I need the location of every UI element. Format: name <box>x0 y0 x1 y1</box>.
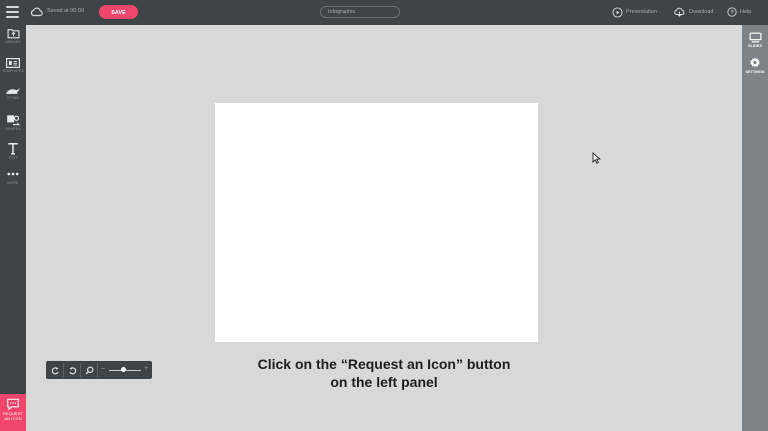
svg-text:?: ? <box>730 10 733 16</box>
more-icon <box>7 172 19 176</box>
sidebar-item-more[interactable]: MORE <box>0 171 26 185</box>
sidebar-item-label: ICONS <box>7 96 19 100</box>
slides-icon <box>748 32 762 43</box>
saved-status: Saved at 00:00 <box>47 8 85 14</box>
gear-icon <box>750 57 760 68</box>
sidebar-item-label: TEMPLATES <box>1 69 24 73</box>
play-icon <box>612 6 623 18</box>
save-button[interactable]: SAVE <box>99 5 138 19</box>
icons-icon <box>6 88 20 94</box>
undo-icon <box>68 366 76 374</box>
hamburger-menu-icon[interactable] <box>6 6 19 18</box>
sidebar-item-label: SLIDES <box>748 44 762 48</box>
undo-button[interactable] <box>64 361 80 379</box>
magnifier-icon <box>85 366 93 374</box>
sidebar-item-label: LIBRARY <box>4 40 21 44</box>
sidebar-item-settings[interactable]: SETTINGS <box>742 57 768 74</box>
folder-icon <box>7 29 19 39</box>
presentation-button[interactable]: Presentation <box>612 5 657 19</box>
sidebar-item-slides[interactable]: SLIDES <box>742 32 768 48</box>
help-button[interactable]: ? Help <box>727 5 751 19</box>
sidebar-item-text[interactable]: TEXT <box>0 142 26 160</box>
text-icon <box>8 143 18 155</box>
cloud-saved-icon <box>30 7 43 17</box>
instruction-caption: Click on the “Request an Icon” button on… <box>215 355 553 391</box>
sidebar-item-label: SETTINGS <box>745 70 765 74</box>
sidebar-item-shapes[interactable]: SHAPES <box>0 114 26 131</box>
cloud-download-icon <box>674 7 685 17</box>
download-label: Download <box>689 9 714 15</box>
left-sidebar: LIBRARY TEMPLATES ICONS SHAPES TEXT MORE… <box>0 25 26 431</box>
download-button[interactable]: Download <box>673 5 713 19</box>
caption-line-2: on the left panel <box>330 374 438 390</box>
redo-button[interactable] <box>47 361 63 379</box>
sidebar-item-icons[interactable]: ICONS <box>0 87 26 100</box>
sidebar-item-label: TEXT <box>8 156 18 160</box>
sidebar-item-library[interactable]: LIBRARY <box>0 28 26 44</box>
caption-line-1: Click on the “Request an Icon” button <box>257 356 511 372</box>
templates-icon <box>6 58 20 68</box>
mouse-cursor-icon <box>592 152 601 164</box>
zoom-toolbar: – + <box>46 361 152 379</box>
request-label-line2: AN ICON <box>4 415 22 421</box>
right-sidebar: SLIDES SETTINGS <box>742 25 768 431</box>
help-label: Help <box>740 9 752 15</box>
zoom-out-button[interactable]: – <box>101 365 105 372</box>
sidebar-item-label: SHAPES <box>5 127 21 131</box>
zoom-slider-thumb[interactable] <box>120 367 126 372</box>
shapes-icon <box>7 115 20 126</box>
help-icon: ? <box>727 7 737 17</box>
document-title-input[interactable]: Infographic <box>320 6 400 18</box>
sidebar-item-label: MORE <box>7 181 19 185</box>
chat-bubble-icon <box>7 398 19 411</box>
request-an-icon-button[interactable]: REQUEST AN ICON <box>0 394 26 431</box>
zoom-button[interactable] <box>81 361 97 379</box>
zoom-in-button[interactable]: + <box>144 365 148 372</box>
top-toolbar: Saved at 00:00 SAVE Infographic Presenta… <box>0 0 768 25</box>
slide-canvas[interactable] <box>215 103 538 342</box>
redo-icon <box>51 366 59 374</box>
presentation-label: Presentation <box>626 9 657 15</box>
sidebar-item-templates[interactable]: TEMPLATES <box>0 58 26 73</box>
